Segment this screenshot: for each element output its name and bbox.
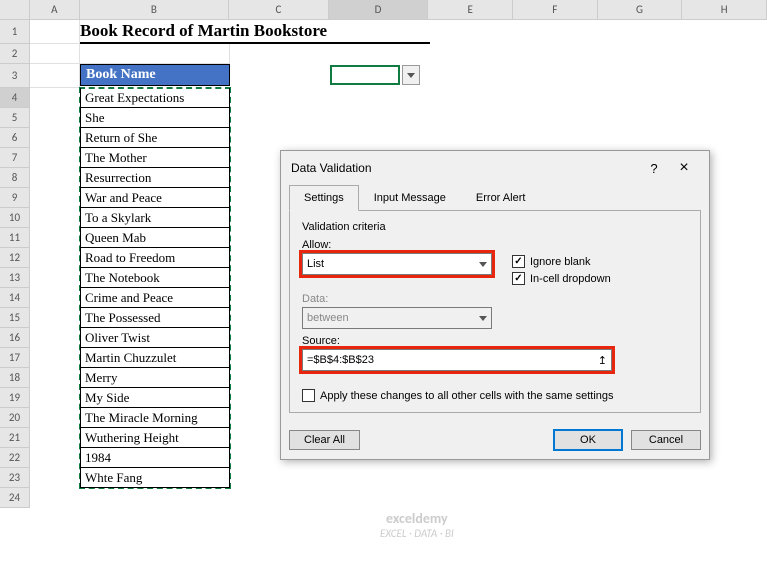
row-header-10[interactable]: 10 xyxy=(0,208,30,228)
apply-all-label: Apply these changes to all other cells w… xyxy=(320,390,614,402)
row-header-6[interactable]: 6 xyxy=(0,128,30,148)
tab-input-message[interactable]: Input Message xyxy=(359,185,461,211)
col-header-D[interactable]: D xyxy=(329,0,429,19)
col-header-G[interactable]: G xyxy=(598,0,683,19)
book-row[interactable]: Oliver Twist xyxy=(80,328,230,348)
data-label: Data: xyxy=(302,293,492,305)
watermark: exceldemy EXCEL · DATA · BI xyxy=(380,510,454,540)
cell-A1[interactable] xyxy=(30,20,80,44)
cell-B2[interactable] xyxy=(80,44,230,64)
row-header-13[interactable]: 13 xyxy=(0,268,30,288)
incell-dropdown-label: In-cell dropdown xyxy=(530,273,611,285)
chevron-down-icon xyxy=(479,316,487,321)
help-button[interactable]: ? xyxy=(639,161,669,176)
col-header-A[interactable]: A xyxy=(30,0,80,19)
data-validation-dialog: Data Validation ? × Settings Input Messa… xyxy=(280,150,710,460)
book-row[interactable]: Resurrection xyxy=(80,168,230,188)
apply-all-checkbox[interactable] xyxy=(302,389,315,402)
close-button[interactable]: × xyxy=(669,159,699,177)
book-row[interactable]: To a Skylark xyxy=(80,208,230,228)
row-header-11[interactable]: 11 xyxy=(0,228,30,248)
ignore-blank-label: Ignore blank xyxy=(530,256,591,268)
validation-criteria-label: Validation criteria xyxy=(302,221,688,233)
row-header-1[interactable]: 1 xyxy=(0,20,30,44)
book-row[interactable]: Road to Freedom xyxy=(80,248,230,268)
row-header-16[interactable]: 16 xyxy=(0,328,30,348)
book-row[interactable]: War and Peace xyxy=(80,188,230,208)
tab-error-alert[interactable]: Error Alert xyxy=(461,185,541,211)
cell-dropdown-button[interactable] xyxy=(402,65,420,85)
row-header-23[interactable]: 23 xyxy=(0,468,30,488)
book-row[interactable]: The Possessed xyxy=(80,308,230,328)
row-header-17[interactable]: 17 xyxy=(0,348,30,368)
row-header-18[interactable]: 18 xyxy=(0,368,30,388)
book-row[interactable]: Return of She xyxy=(80,128,230,148)
ignore-blank-checkbox[interactable] xyxy=(512,255,525,268)
cancel-button[interactable]: Cancel xyxy=(631,430,701,450)
book-row[interactable]: Queen Mab xyxy=(80,228,230,248)
row-header-12[interactable]: 12 xyxy=(0,248,30,268)
book-row[interactable]: Great Expectations xyxy=(80,88,230,108)
row-header-15[interactable]: 15 xyxy=(0,308,30,328)
select-all-corner[interactable] xyxy=(0,0,30,19)
chevron-down-icon xyxy=(479,262,487,267)
range-picker-icon[interactable]: ↥ xyxy=(598,354,607,367)
data-value: between xyxy=(307,312,349,324)
book-row[interactable]: Whte Fang xyxy=(80,468,230,488)
dialog-buttons: Clear All OK Cancel xyxy=(281,421,709,459)
dialog-titlebar[interactable]: Data Validation ? × xyxy=(281,151,709,185)
col-header-F[interactable]: F xyxy=(513,0,598,19)
col-header-C[interactable]: C xyxy=(229,0,329,19)
row-header-2[interactable]: 2 xyxy=(0,44,30,64)
book-row[interactable]: Merry xyxy=(80,368,230,388)
cell-A2[interactable] xyxy=(30,44,80,64)
settings-panel: Validation criteria Allow: List Ignore b… xyxy=(289,210,701,413)
col-header-B[interactable]: B xyxy=(80,0,229,19)
data-select: between xyxy=(302,307,492,329)
dialog-title: Data Validation xyxy=(291,161,639,175)
book-row[interactable]: Martin Chuzzulet xyxy=(80,348,230,368)
row-header-24[interactable]: 24 xyxy=(0,488,30,508)
col-header-E[interactable]: E xyxy=(428,0,513,19)
page-title: Book Record of Martin Bookstore xyxy=(80,20,430,44)
row-header-21[interactable]: 21 xyxy=(0,428,30,448)
incell-dropdown-checkbox[interactable] xyxy=(512,272,525,285)
book-name-header[interactable]: Book Name xyxy=(80,64,230,86)
tab-settings[interactable]: Settings xyxy=(289,185,359,211)
book-row[interactable]: My Side xyxy=(80,388,230,408)
ok-button[interactable]: OK xyxy=(553,429,623,451)
source-label: Source: xyxy=(302,335,688,347)
row-header-7[interactable]: 7 xyxy=(0,148,30,168)
row-header-4[interactable]: 4 xyxy=(0,88,30,108)
row-header-22[interactable]: 22 xyxy=(0,448,30,468)
row-header-14[interactable]: 14 xyxy=(0,288,30,308)
book-row[interactable]: The Miracle Morning xyxy=(80,408,230,428)
book-row[interactable]: She xyxy=(80,108,230,128)
clear-all-button[interactable]: Clear All xyxy=(289,430,360,450)
row-header-20[interactable]: 20 xyxy=(0,408,30,428)
source-input[interactable]: =$B$4:$B$23 ↥ xyxy=(302,349,612,371)
col-header-H[interactable]: H xyxy=(682,0,767,19)
tab-strip: Settings Input Message Error Alert xyxy=(281,185,709,211)
row-header-3[interactable]: 3 xyxy=(0,64,30,88)
book-row[interactable]: The Notebook xyxy=(80,268,230,288)
cell-A3[interactable] xyxy=(30,64,80,88)
column-headers: A B C D E F G H xyxy=(0,0,767,20)
book-row[interactable]: Wuthering Height xyxy=(80,428,230,448)
row-headers: 1 2 3 4 5 6 7 8 9 10 11 12 13 14 15 16 1… xyxy=(0,20,30,508)
allow-value: List xyxy=(307,258,324,270)
allow-label: Allow: xyxy=(302,239,492,251)
row-header-5[interactable]: 5 xyxy=(0,108,30,128)
selected-cell-D4[interactable] xyxy=(330,65,400,85)
row-header-19[interactable]: 19 xyxy=(0,388,30,408)
row-header-9[interactable]: 9 xyxy=(0,188,30,208)
allow-select[interactable]: List xyxy=(302,253,492,275)
source-value: =$B$4:$B$23 xyxy=(307,354,374,366)
book-row[interactable]: The Mother xyxy=(80,148,230,168)
book-row[interactable]: 1984 xyxy=(80,448,230,468)
book-row[interactable]: Crime and Peace xyxy=(80,288,230,308)
row-header-8[interactable]: 8 xyxy=(0,168,30,188)
